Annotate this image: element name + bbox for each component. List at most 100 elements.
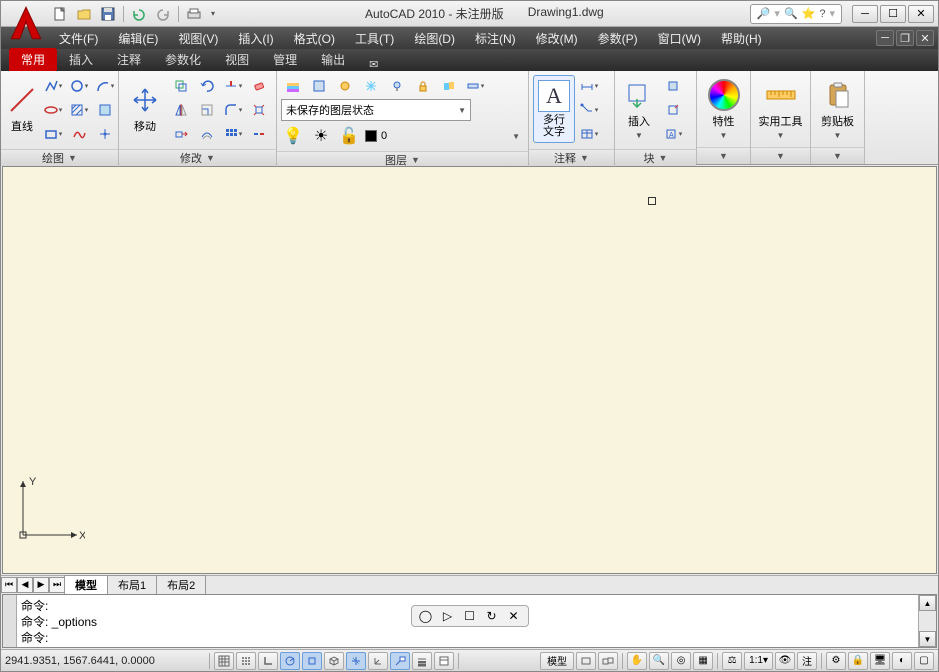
workspace-switch-button[interactable]: ⚙: [826, 652, 846, 670]
anno-scale-button[interactable]: ⚖: [722, 652, 742, 670]
plot-button[interactable]: [183, 4, 205, 24]
dyn-toggle[interactable]: [390, 652, 410, 670]
undo-button[interactable]: [128, 4, 150, 24]
nav-stop-icon[interactable]: ☐: [462, 608, 478, 624]
offset-button[interactable]: [195, 123, 219, 145]
menu-dimension[interactable]: 标注(N): [465, 28, 526, 49]
layer-properties-button[interactable]: [281, 75, 305, 97]
layer-state-combo[interactable]: 未保存的图层状态 ▼: [281, 99, 471, 121]
panel-draw-title[interactable]: 绘图▼: [1, 149, 118, 166]
ducs-toggle[interactable]: [368, 652, 388, 670]
ribbon-tab-view[interactable]: 视图: [213, 48, 261, 71]
grid-toggle[interactable]: [236, 652, 256, 670]
clean-screen-button[interactable]: ▢: [914, 652, 934, 670]
quickview-drawings[interactable]: [598, 652, 618, 670]
panel-annotation-title[interactable]: 注释▼: [529, 149, 614, 166]
anno-visibility-button[interactable]: 👁: [775, 652, 795, 670]
line-button[interactable]: 直线: [5, 75, 39, 143]
isolate-objects-button[interactable]: ◐: [892, 652, 912, 670]
minimize-button[interactable]: ─: [852, 5, 878, 23]
quickview-layouts[interactable]: [576, 652, 596, 670]
nav-close-icon[interactable]: ✕: [506, 608, 522, 624]
layer-off-button[interactable]: [385, 75, 409, 97]
layer-isolate-button[interactable]: [333, 75, 357, 97]
doc-close-button[interactable]: ✕: [916, 30, 934, 46]
copy-button[interactable]: [169, 75, 193, 97]
qnew-button[interactable]: [49, 4, 71, 24]
menu-parametric[interactable]: 参数(P): [588, 28, 648, 49]
circle-button[interactable]: [67, 75, 91, 97]
mirror-button[interactable]: [169, 99, 193, 121]
scroll-down-button[interactable]: ▼: [919, 631, 936, 647]
join-button[interactable]: [247, 123, 271, 145]
spline-button[interactable]: [67, 123, 91, 145]
layer-sun-icon[interactable]: ☀: [309, 125, 333, 147]
layer-lock2-icon[interactable]: 🔓: [337, 125, 361, 147]
snap-toggle[interactable]: [214, 652, 234, 670]
maximize-button[interactable]: ☐: [880, 5, 906, 23]
showmotion-button[interactable]: ▦: [693, 652, 713, 670]
menu-draw[interactable]: 绘图(D): [404, 28, 465, 49]
explode-button[interactable]: [247, 99, 271, 121]
panel-block-title[interactable]: 块▼: [615, 149, 696, 166]
rotate-button[interactable]: [195, 75, 219, 97]
layer-color-swatch[interactable]: [365, 130, 377, 142]
3dosnap-toggle[interactable]: [324, 652, 344, 670]
layout-nav-prev[interactable]: ◀: [17, 577, 33, 593]
dimension-button[interactable]: [577, 75, 601, 97]
menu-modify[interactable]: 修改(M): [526, 28, 588, 49]
layer-match-button[interactable]: [437, 75, 461, 97]
qat-customize-button[interactable]: ▾: [207, 4, 219, 24]
lwt-toggle[interactable]: [412, 652, 432, 670]
toolbar-lock-button[interactable]: 🔒: [848, 652, 868, 670]
leader-button[interactable]: [577, 99, 601, 121]
dropdown-icon[interactable]: ▼: [512, 132, 520, 141]
polyline-button[interactable]: [41, 75, 65, 97]
coordinates-display[interactable]: 2941.9351, 1567.6441, 0.0000: [5, 655, 205, 667]
osnap-toggle[interactable]: [302, 652, 322, 670]
drawing-area[interactable]: Y X: [2, 166, 937, 574]
menu-format[interactable]: 格式(O): [284, 28, 345, 49]
pan-button[interactable]: ✋: [627, 652, 647, 670]
nav-play-icon[interactable]: ▷: [440, 608, 456, 624]
ribbon-tab-output[interactable]: 输出: [309, 48, 357, 71]
ribbon-help-icon[interactable]: ✉: [369, 58, 378, 71]
layout-tab-layout2[interactable]: 布局2: [156, 575, 206, 594]
nav-loop-icon[interactable]: ↻: [484, 608, 500, 624]
menu-edit[interactable]: 编辑(E): [108, 28, 168, 49]
infocenter-search[interactable]: 🔎 ▾ 🔍 ⭐ ? ▾: [750, 4, 842, 24]
create-block-button[interactable]: [661, 75, 685, 97]
edit-block-button[interactable]: [661, 99, 685, 121]
scale-button[interactable]: 1:1▾: [744, 652, 773, 670]
redo-button[interactable]: [152, 4, 174, 24]
menu-insert[interactable]: 插入(I): [228, 28, 283, 49]
ribbon-tab-parametric[interactable]: 参数化: [153, 48, 213, 71]
layout-tab-model[interactable]: 模型: [64, 575, 108, 594]
doc-minimize-button[interactable]: ─: [876, 30, 894, 46]
panel-modify-title[interactable]: 修改▼: [119, 149, 276, 166]
arc-button[interactable]: [93, 75, 117, 97]
nav-record-icon[interactable]: ◯: [418, 608, 434, 624]
doc-restore-button[interactable]: ❐: [896, 30, 914, 46]
model-paper-toggle[interactable]: 模型: [540, 652, 574, 670]
erase-button[interactable]: [247, 75, 271, 97]
layer-states-button[interactable]: [307, 75, 331, 97]
block-attr-button[interactable]: A: [661, 123, 685, 145]
region-button[interactable]: [93, 99, 117, 121]
ortho-toggle[interactable]: [258, 652, 278, 670]
layer-more-button[interactable]: [463, 75, 487, 97]
ribbon-tab-annotate[interactable]: 注释: [105, 48, 153, 71]
move-button[interactable]: 移动: [123, 75, 167, 143]
command-prompt[interactable]: 命令:: [21, 629, 914, 645]
layer-bulb-icon[interactable]: 💡: [281, 125, 305, 147]
open-button[interactable]: [73, 4, 95, 24]
command-window[interactable]: 命令: 命令: _options 命令: ◯ ▷ ☐ ↻ ✕ ▲ ▼: [2, 594, 937, 648]
menu-help[interactable]: 帮助(H): [711, 28, 772, 49]
paste-button[interactable]: 剪贴板 ▼: [816, 75, 860, 143]
point-button[interactable]: [93, 123, 117, 145]
steering-wheel-button[interactable]: ◎: [671, 652, 691, 670]
layout-nav-next[interactable]: ▶: [33, 577, 49, 593]
ribbon-tab-home[interactable]: 常用: [9, 48, 57, 71]
array-button[interactable]: [221, 123, 245, 145]
command-handle[interactable]: [3, 595, 17, 647]
